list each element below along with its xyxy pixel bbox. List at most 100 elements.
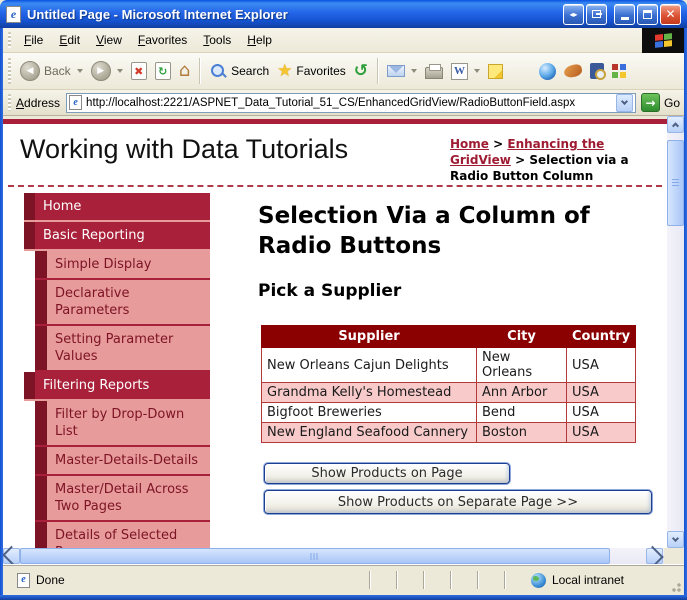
main-content: Selection Via a Column of Radio Buttons … <box>258 201 658 514</box>
word-icon: W <box>451 63 468 80</box>
show-products-separate-page-button[interactable]: Show Products on Separate Page >> <box>264 490 652 514</box>
sidebar-item-master-details-details[interactable]: Master-Details-Details <box>35 447 210 476</box>
notes-button[interactable] <box>484 62 507 81</box>
sidebar-item-setting-parameter-values[interactable]: Setting Parameter Values <box>35 326 210 372</box>
nav-accent-block <box>35 251 47 278</box>
toolbar-separator-2 <box>377 58 378 84</box>
menu-tools[interactable]: Tools <box>195 29 239 51</box>
sidebar-item-filter-by-dropdown-list[interactable]: Filter by Drop-Down List <box>35 401 210 447</box>
back-dropdown-icon[interactable] <box>77 69 83 73</box>
nav-accent-block <box>35 447 47 474</box>
page-title: Selection Via a Column of Radio Buttons <box>258 201 658 261</box>
scrollbar-corner <box>664 548 684 564</box>
research-button[interactable] <box>586 61 608 81</box>
nav-accent-block <box>35 401 47 445</box>
sidebar-item-simple-display[interactable]: Simple Display <box>35 251 210 280</box>
mail-button[interactable] <box>383 63 421 79</box>
refresh-button[interactable]: ↻ <box>151 60 175 82</box>
vertical-scroll-thumb[interactable] <box>667 140 684 226</box>
sidebar-item-home[interactable]: Home <box>24 193 210 222</box>
research-book-icon <box>590 63 604 79</box>
sidebar-nav: Home Basic Reporting Simple Display Decl… <box>24 193 210 548</box>
chevron-down-icon <box>672 535 679 542</box>
table-row: Bigfoot Breweries Bend USA <box>262 403 636 423</box>
resize-grip[interactable] <box>669 580 681 592</box>
addon-fox-button[interactable] <box>560 63 586 79</box>
scroll-right-button[interactable] <box>646 548 663 564</box>
popout-button[interactable] <box>586 4 607 25</box>
sidebar-item-declarative-parameters[interactable]: Declarative Parameters <box>35 280 210 326</box>
sidebar-item-filtering-reports[interactable]: Filtering Reports <box>24 372 210 401</box>
menu-view[interactable]: View <box>88 29 130 51</box>
status-divider <box>504 571 505 589</box>
address-label: Address <box>16 96 60 110</box>
nav-accent-block <box>35 326 47 370</box>
column-header-city: City <box>477 326 567 348</box>
search-label: Search <box>231 64 269 78</box>
horizontal-scroll-thumb[interactable] <box>20 548 610 564</box>
popout-icon <box>592 10 601 18</box>
forward-dropdown-icon[interactable] <box>117 69 123 73</box>
close-button[interactable]: ✕ <box>660 4 681 25</box>
search-button[interactable]: Search <box>205 60 273 82</box>
history-button[interactable]: ↺ <box>350 61 372 82</box>
status-page-icon: e <box>17 573 30 588</box>
table-row: New England Seafood Cannery Boston USA <box>262 423 636 443</box>
stop-button[interactable]: ✖ <box>127 60 151 82</box>
addon-sphere-button[interactable] <box>535 61 560 82</box>
go-button[interactable]: → Go <box>641 93 680 112</box>
menu-favorites[interactable]: Favorites <box>130 29 195 51</box>
toolbar-grip-3[interactable] <box>8 94 11 112</box>
edit-with-word-button[interactable]: W <box>447 61 484 82</box>
toolbar-grip[interactable] <box>8 32 11 49</box>
horizontal-scrollbar[interactable] <box>3 548 664 564</box>
messenger-button[interactable] <box>608 62 630 80</box>
sphere-icon <box>539 63 556 80</box>
sidebar-item-label: Filtering Reports <box>35 372 210 399</box>
favorites-button[interactable]: ★ Favorites <box>273 61 350 82</box>
column-header-country: Country <box>567 326 636 348</box>
forward-icon: ▶ <box>91 61 111 81</box>
address-dropdown-button[interactable] <box>616 94 633 112</box>
back-icon: ◀ <box>20 61 40 81</box>
cell-supplier: Grandma Kelly's Homestead <box>262 383 477 403</box>
minimize-button[interactable] <box>614 4 635 25</box>
maximize-icon <box>643 10 652 19</box>
status-divider <box>477 571 478 589</box>
scroll-down-button[interactable] <box>667 531 684 548</box>
breadcrumb-home-link[interactable]: Home <box>450 137 489 151</box>
back-button[interactable]: ◀ Back <box>16 59 87 83</box>
sidebar-item-master-detail-two-pages[interactable]: Master/Detail Across Two Pages <box>35 476 210 522</box>
menu-edit[interactable]: Edit <box>51 29 88 51</box>
show-products-on-page-button[interactable]: Show Products on Page <box>264 463 510 484</box>
cell-supplier: New England Seafood Cannery <box>262 423 477 443</box>
sidebar-item-label: Details of Selected Row <box>47 522 210 548</box>
nav-accent-block <box>24 372 35 399</box>
word-dropdown-icon[interactable] <box>474 69 480 73</box>
scroll-left-button[interactable] <box>3 548 20 564</box>
mail-dropdown-icon[interactable] <box>411 69 417 73</box>
print-button[interactable] <box>421 61 447 81</box>
ie-logo-icon: e <box>6 6 21 23</box>
toolbar-grip-2[interactable] <box>8 58 11 83</box>
menu-file[interactable]: File <box>16 29 51 51</box>
page-header: Working with Data Tutorials Home > Enhan… <box>3 124 667 185</box>
maximize-button[interactable] <box>637 4 658 25</box>
minimize-icon <box>621 17 629 20</box>
sidebar-item-details-of-selected-row[interactable]: Details of Selected Row <box>35 522 210 548</box>
scroll-up-button[interactable] <box>667 116 684 133</box>
stop-icon: ✖ <box>131 62 147 80</box>
standard-buttons-toolbar: ◀ Back ▶ ✖ ↻ ⌂ Search ★ Favorites ↺ <box>3 53 684 90</box>
vertical-scrollbar[interactable] <box>667 116 684 548</box>
nav-accent-block <box>35 280 47 324</box>
forward-button[interactable]: ▶ <box>87 59 127 83</box>
sidebar-item-basic-reporting[interactable]: Basic Reporting <box>24 222 210 251</box>
status-divider <box>396 571 397 589</box>
menu-help[interactable]: Help <box>239 29 280 51</box>
history-icon: ↺ <box>354 63 368 80</box>
security-zone-label: Local intranet <box>552 573 624 587</box>
home-button[interactable]: ⌂ <box>175 60 194 82</box>
address-input[interactable] <box>86 95 616 111</box>
address-bar: Address e → Go <box>3 90 684 116</box>
split-view-button[interactable]: ◂▸ <box>563 4 584 25</box>
